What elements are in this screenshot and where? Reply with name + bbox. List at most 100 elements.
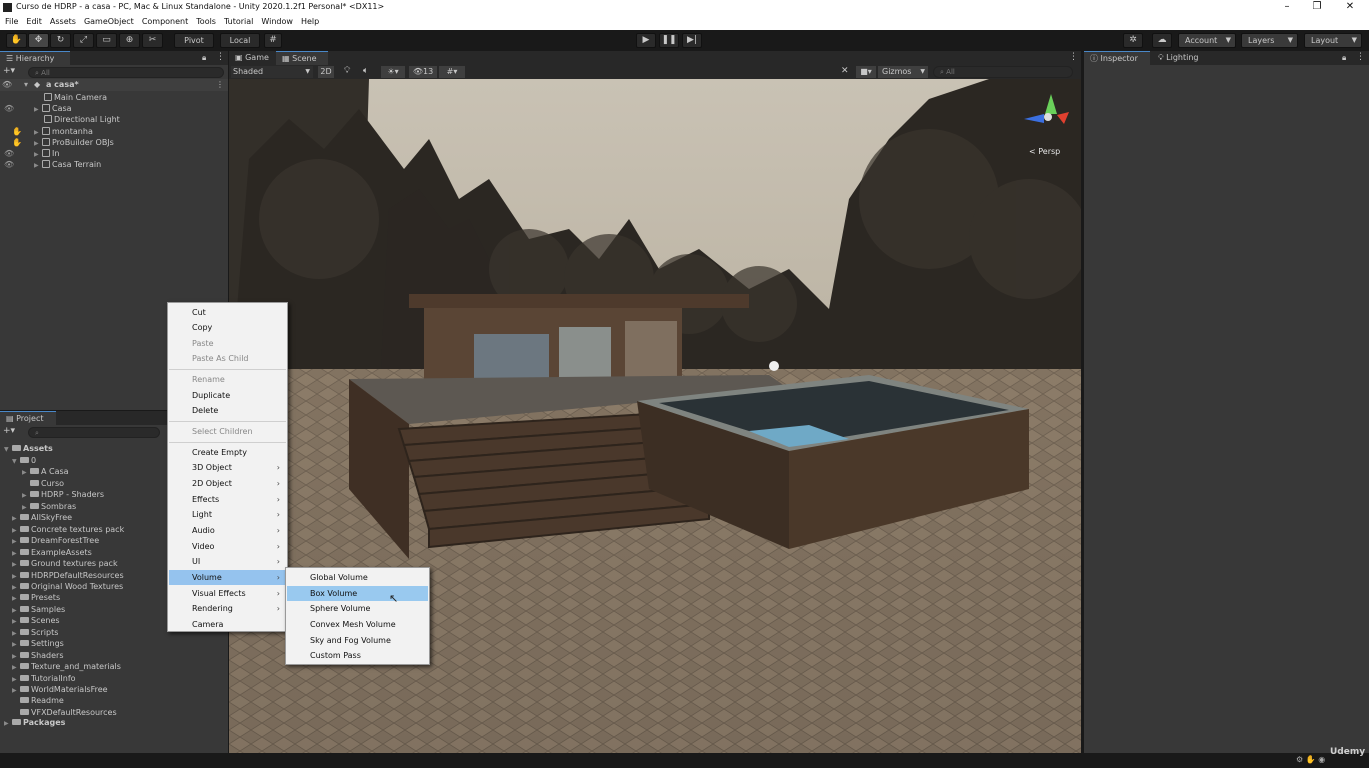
cloud-icon[interactable]: ☁ [1152, 33, 1172, 48]
maximize-button[interactable]: ❐ [1302, 0, 1332, 15]
menu-item-audio[interactable]: Audio › [169, 523, 286, 538]
camera-settings-icon[interactable]: ■▾ [856, 66, 876, 78]
hidden-objects-toggle[interactable]: 👁︎13 [409, 66, 437, 78]
project-item[interactable]: ▶ TutorialInfo [12, 673, 76, 684]
hierarchy-search-input[interactable]: ⌕ All [28, 67, 224, 78]
menu-window[interactable]: Window [257, 15, 297, 26]
hierarchy-item[interactable]: Main Camera [44, 92, 107, 103]
rotate-tool-icon[interactable]: ↻ [50, 33, 71, 48]
picking-icon[interactable]: ✋ [12, 137, 22, 148]
project-item[interactable]: ▶ Ground textures pack [12, 558, 118, 569]
menu-edit[interactable]: Edit [22, 15, 46, 26]
hierarchy-item[interactable]: ▶ Casa Terrain [34, 159, 101, 170]
project-item[interactable]: ▶ Samples [12, 604, 65, 615]
grid-toggle-icon[interactable]: #▾ [439, 66, 465, 78]
scale-tool-icon[interactable]: ⤢ [73, 33, 94, 48]
effects-dropdown-icon[interactable]: ☀▾ [381, 66, 405, 78]
audio-toggle-icon[interactable]: 🔈︎ [363, 66, 368, 76]
menu-item-video[interactable]: Video › [169, 539, 286, 554]
project-item[interactable]: ▶ Shaders [12, 650, 64, 661]
menu-gameobject[interactable]: GameObject [80, 15, 138, 26]
visibility-icon[interactable]: 👁︎ [4, 148, 14, 159]
collapsed-arrow-icon[interactable]: ▶ [12, 662, 20, 673]
project-item[interactable]: ▶ Scripts [12, 627, 58, 638]
lock-icon[interactable]: 🔒︎ [202, 53, 206, 63]
project-item[interactable]: ▶ Settings [12, 638, 64, 649]
project-item[interactable]: ▶ Concrete textures pack [12, 524, 124, 535]
project-item[interactable]: ▶ HDRPDefaultResources [12, 570, 124, 581]
menu-tutorial[interactable]: Tutorial [220, 15, 257, 26]
collapsed-arrow-icon[interactable]: ▶ [12, 513, 20, 524]
collapsed-arrow-icon[interactable]: ▶ [12, 616, 20, 627]
gizmos-dropdown[interactable]: Gizmos ▼ [878, 66, 928, 78]
mode-2d-toggle[interactable]: 2D [318, 66, 334, 78]
step-button[interactable]: ▶| [682, 33, 702, 48]
tab-project[interactable]: ▤ Project [0, 411, 56, 425]
menu-item-delete[interactable]: Delete [169, 403, 286, 418]
menu-item-light[interactable]: Light › [169, 507, 286, 522]
menu-item-visual-effects[interactable]: Visual Effects › [169, 586, 286, 601]
project-item[interactable]: ▶ WorldMaterialsFree [12, 684, 108, 695]
move-tool-icon[interactable]: ✥ [28, 33, 49, 48]
project-item[interactable]: ▶ HDRP - Shaders [22, 489, 104, 500]
lock-icon[interactable]: 🔒︎ [1342, 53, 1346, 63]
collapsed-arrow-icon[interactable]: ▶ [22, 467, 30, 478]
create-add-button[interactable]: +▾ [3, 66, 23, 78]
local-toggle[interactable]: Local [220, 33, 260, 48]
grid-snap-icon[interactable]: # [264, 33, 282, 48]
hierarchy-item[interactable]: ▶ ProBuilder OBJs [34, 137, 114, 148]
custom-tool-icon[interactable]: ✂ [142, 33, 163, 48]
lighting-toggle-icon[interactable]: 💡︎ [344, 66, 350, 76]
tools-icon[interactable]: ✕ [841, 66, 849, 76]
scene-menu-icon[interactable]: ⋮ [216, 79, 224, 90]
tab-lighting[interactable]: 💡︎ Lighting [1152, 51, 1214, 65]
project-item[interactable]: ▶ Scenes [12, 615, 60, 626]
panel-menu-icon[interactable]: ⋮ [1356, 52, 1365, 62]
expand-arrow-icon[interactable]: ▾ [24, 79, 28, 90]
menu-item-global-volume[interactable]: Global Volume [287, 570, 428, 585]
project-item[interactable]: ▶ AllSkyFree [12, 512, 72, 523]
project-item[interactable]: ▶ Original Wood Textures [12, 581, 123, 592]
play-button[interactable]: ▶ [636, 33, 656, 48]
menu-item-cut[interactable]: Cut [169, 305, 286, 320]
picking-icon[interactable]: ✋ [12, 126, 22, 137]
menu-item-camera[interactable]: Camera [169, 617, 286, 632]
menu-item-effects[interactable]: Effects › [169, 492, 286, 507]
tab-inspector[interactable]: ⓘ Inspector [1084, 51, 1150, 65]
project-item[interactable]: VFXDefaultResources [12, 707, 117, 718]
menu-file[interactable]: File [0, 15, 22, 26]
collapsed-arrow-icon[interactable]: ▶ [34, 104, 42, 115]
visibility-icon[interactable]: 👁︎ [4, 159, 14, 170]
project-item[interactable]: ▶ ExampleAssets [12, 547, 92, 558]
menu-item-custom-pass[interactable]: Custom Pass [287, 648, 428, 663]
shading-mode-dropdown[interactable]: Shaded ▼ [231, 66, 313, 78]
packages-root[interactable]: ▶ Packages [4, 717, 65, 728]
menu-item-2d-object[interactable]: 2D Object › [169, 476, 286, 491]
rect-tool-icon[interactable]: ▭ [96, 33, 117, 48]
project-item[interactable]: ▶ A Casa [22, 466, 69, 477]
menu-item-select-children[interactable]: Select Children [169, 424, 286, 439]
tab-scene[interactable]: ▦ Scene [276, 51, 328, 65]
menu-help[interactable]: Help [297, 15, 323, 26]
project-create-button[interactable]: +▾ [3, 426, 23, 438]
menu-item-ui[interactable]: UI › [169, 554, 286, 569]
menu-tools[interactable]: Tools [192, 15, 220, 26]
account-dropdown[interactable]: Account ▼ [1178, 33, 1236, 48]
tab-hierarchy[interactable]: ☰ Hierarchy [0, 51, 70, 65]
project-item[interactable]: Readme [12, 695, 64, 706]
collapsed-arrow-icon[interactable]: ▶ [12, 639, 20, 650]
menu-assets[interactable]: Assets [46, 15, 80, 26]
collapsed-arrow-icon[interactable]: ▶ [4, 718, 12, 729]
project-item[interactable]: ▼ 0 [12, 455, 36, 466]
visibility-icon[interactable]: 👁︎ [4, 103, 14, 114]
hierarchy-item[interactable]: ▶ Casa [34, 103, 72, 114]
collapsed-arrow-icon[interactable]: ▶ [12, 559, 20, 570]
hierarchy-item[interactable]: Directional Light [44, 114, 120, 125]
menu-item-rendering[interactable]: Rendering › [169, 601, 286, 616]
pause-button[interactable]: ❚❚ [659, 33, 679, 48]
tab-game[interactable]: ▣ Game [229, 51, 275, 65]
hierarchy-item[interactable]: ▶ In [34, 148, 59, 159]
project-search-input[interactable]: ⌕ [28, 427, 160, 438]
menu-item-paste-as-child[interactable]: Paste As Child [169, 351, 286, 366]
menu-item-rename[interactable]: Rename [169, 372, 286, 387]
